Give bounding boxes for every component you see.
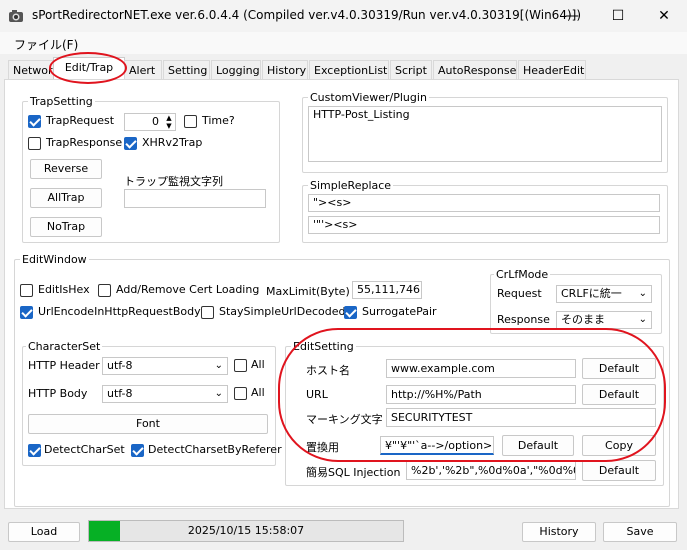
trap-request-checkbox[interactable] <box>28 115 41 128</box>
menu-file[interactable]: ファイル(F) <box>14 36 78 53</box>
detect-charset-checkbox[interactable] <box>28 444 41 457</box>
close-icon: ✕ <box>658 8 670 24</box>
simple-replace-input-2[interactable]: '"'><s> <box>308 216 660 234</box>
maximize-button[interactable]: ☐ <box>595 0 641 32</box>
trap-request-label: TrapRequest <box>46 114 115 127</box>
close-button[interactable]: ✕ <box>641 0 687 32</box>
time-checkbox[interactable] <box>184 115 197 128</box>
http-body-charset-value: utf-8 <box>107 387 133 400</box>
http-header-label: HTTP Header <box>28 359 100 372</box>
window-title: sPortRedirectorNET.exe ver.6.0.4.4 (Comp… <box>32 8 581 22</box>
count-stepper[interactable]: ▲ ▼ <box>163 114 175 130</box>
tab-network[interactable]: Network <box>8 60 59 79</box>
stepper-up-icon: ▲ <box>166 114 172 122</box>
menu-bar <box>0 32 687 54</box>
http-header-charset-value: utf-8 <box>107 359 133 372</box>
trap-response-label: TrapResponse <box>46 136 123 149</box>
custom-viewer-item[interactable]: HTTP-Post_Listing <box>313 108 410 121</box>
simple-replace-title: SimpleReplace <box>308 179 394 192</box>
app-icon <box>9 10 23 22</box>
detect-referer-label: DetectCharsetByReferer <box>148 443 282 456</box>
urlencode-label: UrlEncodeInHttpRequestBody <box>38 305 201 318</box>
reverse-button[interactable]: Reverse <box>30 159 102 179</box>
stepper-down-icon: ▼ <box>166 122 172 130</box>
trap-response-checkbox[interactable] <box>28 137 41 150</box>
stay-decoded-label: StaySimpleUrlDecoded <box>219 305 346 318</box>
custom-viewer-title: CustomViewer/Plugin <box>308 91 429 104</box>
body-all-checkbox[interactable] <box>234 387 247 400</box>
save-button[interactable]: Save <box>603 522 677 542</box>
surrogate-checkbox[interactable] <box>344 306 357 319</box>
tab-script[interactable]: Script <box>390 60 432 79</box>
maxlimit-label: MaxLimit(Byte) <box>266 285 350 298</box>
tab-autoresponse[interactable]: AutoResponse <box>433 60 517 79</box>
load-button[interactable]: Load <box>8 522 80 542</box>
trap-monitor-input[interactable] <box>124 189 266 208</box>
crlf-mode-title: CrLfMode <box>494 268 551 281</box>
body-all-label: All <box>251 386 265 399</box>
cert-loading-checkbox[interactable] <box>98 284 111 297</box>
crlf-request-select[interactable]: CRLFに統一 ⌄ <box>556 285 652 303</box>
tab-headeredit[interactable]: HeaderEdit <box>518 60 586 79</box>
history-button[interactable]: History <box>522 522 596 542</box>
crlf-response-select[interactable]: そのまま ⌄ <box>556 311 652 329</box>
minimize-button[interactable]: — <box>549 0 595 32</box>
edit-is-hex-label: EditIsHex <box>38 283 90 296</box>
urlencode-checkbox[interactable] <box>20 306 33 319</box>
alltrap-button[interactable]: AllTrap <box>30 188 102 208</box>
chevron-down-icon: ⌄ <box>214 388 223 399</box>
crlf-response-label: Response <box>497 313 550 326</box>
cert-loading-label: Add/Remove Cert Loading <box>116 283 260 296</box>
header-all-checkbox[interactable] <box>234 359 247 372</box>
xhr-trap-checkbox[interactable] <box>124 137 137 150</box>
detect-referer-checkbox[interactable] <box>131 444 144 457</box>
sql-injection-input[interactable]: %2b','%2b",%0d%0a',"%0d%0a",||'," <box>406 461 576 480</box>
http-body-label: HTTP Body <box>28 387 88 400</box>
sql-injection-label: 簡易SQL Injection <box>306 466 401 479</box>
tab-exceptionlist[interactable]: ExceptionList <box>309 60 389 79</box>
trap-setting-title: TrapSetting <box>28 95 95 108</box>
tab-alert[interactable]: Alert <box>124 60 162 79</box>
status-datetime: 2025/10/15 15:58:07 <box>187 524 305 537</box>
xhr-trap-label: XHRv2Trap <box>142 136 203 149</box>
chevron-down-icon: ⌄ <box>638 314 647 325</box>
time-label: Time? <box>202 114 235 127</box>
trap-count-value: 0 <box>152 115 159 128</box>
simple-replace-input-1[interactable]: "><s> <box>308 194 660 212</box>
sql-default-button[interactable]: Default <box>582 460 656 481</box>
header-all-label: All <box>251 358 265 371</box>
custom-viewer-list[interactable]: HTTP-Post_Listing <box>308 106 662 162</box>
tab-highlight-ellipse <box>49 52 127 84</box>
surrogate-label: SurrogatePair <box>362 305 437 318</box>
edit-is-hex-checkbox[interactable] <box>20 284 33 297</box>
crlf-response-value: そのまま <box>561 313 605 326</box>
progress-bar: 2025/10/15 15:58:07 <box>88 520 404 542</box>
crlf-request-label: Request <box>497 287 542 300</box>
tab-setting[interactable]: Setting <box>163 60 210 79</box>
edit-window-title: EditWindow <box>20 253 89 266</box>
http-body-charset-select[interactable]: utf-8 ⌄ <box>102 385 228 403</box>
stay-decoded-checkbox[interactable] <box>201 306 214 319</box>
http-header-charset-select[interactable]: utf-8 ⌄ <box>102 357 228 375</box>
tab-logging[interactable]: Logging <box>211 60 261 79</box>
tab-history[interactable]: History <box>262 60 308 79</box>
chevron-down-icon: ⌄ <box>214 360 223 371</box>
maxlimit-input[interactable]: 55,111,746 <box>352 281 422 299</box>
detect-charset-label: DetectCharSet <box>44 443 125 456</box>
chevron-down-icon: ⌄ <box>638 288 647 299</box>
trap-monitor-label: トラップ監視文字列 <box>124 175 223 188</box>
notrap-button[interactable]: NoTrap <box>30 217 102 237</box>
crlf-request-value: CRLFに統一 <box>561 287 622 300</box>
edit-setting-highlight-ellipse <box>278 328 666 462</box>
maximize-icon: ☐ <box>611 8 625 24</box>
charset-title: CharacterSet <box>26 340 103 353</box>
font-button[interactable]: Font <box>28 414 268 434</box>
minimize-icon: — <box>565 8 579 24</box>
